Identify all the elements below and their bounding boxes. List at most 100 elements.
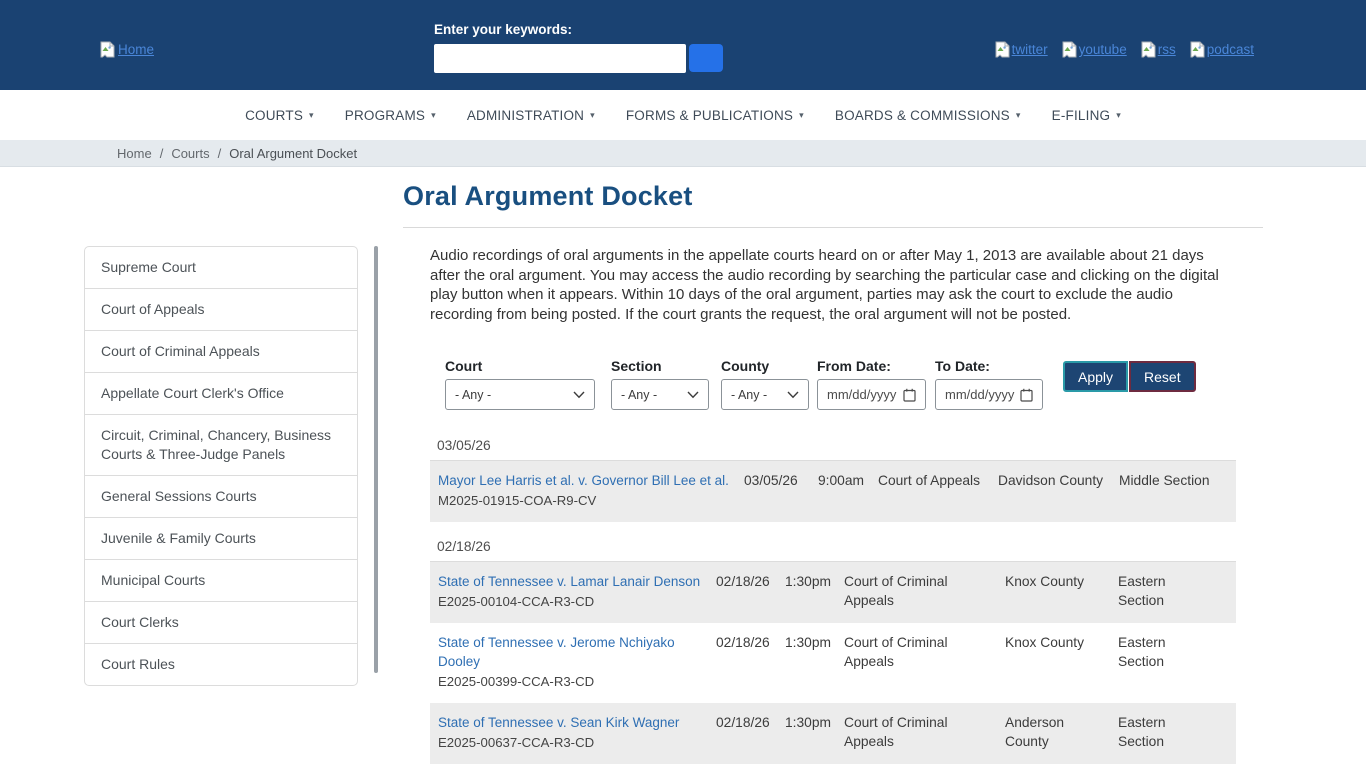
chevron-down-icon — [787, 391, 799, 399]
social-links: twitter youtube rss podcast — [995, 41, 1254, 58]
section-filter-label: Section — [611, 358, 721, 374]
search-button[interactable] — [689, 44, 723, 72]
sidebar-item-appellate-court-clerks-office[interactable]: Appellate Court Clerk's Office — [85, 373, 357, 415]
county-name: Anderson County — [1005, 713, 1118, 752]
nav-item-administration[interactable]: ADMINISTRATION▾ — [467, 108, 595, 123]
court-select[interactable]: - Any - — [445, 379, 595, 410]
sidebar-item-circuit-criminal-chancery[interactable]: Circuit, Criminal, Chancery, Business Co… — [85, 415, 357, 476]
courts-sidebar: Supreme Court Court of Appeals Court of … — [84, 246, 358, 686]
sidebar-item-court-clerks[interactable]: Court Clerks — [85, 602, 357, 644]
home-link-label: Home — [118, 42, 154, 57]
docket-group: 02/18/26 State of Tennessee v. Lamar Lan… — [430, 539, 1236, 768]
hearing-time: 9:00am — [818, 471, 878, 510]
hearing-date: 02/18/26 — [716, 572, 785, 611]
home-link[interactable]: Home — [100, 41, 154, 58]
social-link-twitter[interactable]: twitter — [995, 41, 1048, 58]
county-name: Knox County — [1005, 572, 1118, 611]
calendar-icon — [903, 388, 916, 402]
breadcrumb-link-courts[interactable]: Courts — [171, 146, 209, 161]
search-label: Enter your keywords: — [434, 22, 723, 37]
court-name: Court of Criminal Appeals — [844, 572, 1005, 611]
county-filter: County - Any - — [721, 358, 817, 410]
hearing-date: 03/05/26 — [744, 471, 818, 510]
hearing-time: 1:30pm — [785, 633, 844, 691]
content-area: Supreme Court Court of Appeals Court of … — [0, 167, 1366, 768]
nav-item-e-filing[interactable]: E-FILING▾ — [1052, 108, 1121, 123]
nav-item-boards-commissions[interactable]: BOARDS & COMMISSIONS▾ — [835, 108, 1021, 123]
calendar-icon — [1020, 388, 1033, 402]
to-date-label: To Date: — [935, 358, 1053, 374]
page-title: Oral Argument Docket — [403, 181, 1263, 212]
docket-row: State of Tennessee v. Lamar Lanair Denso… — [430, 562, 1236, 623]
chevron-down-icon: ▾ — [1116, 110, 1121, 121]
site-header: Home Enter your keywords: twitter youtub… — [0, 0, 1366, 90]
section-name: Eastern Section — [1118, 572, 1198, 611]
court-filter-label: Court — [445, 358, 611, 374]
case-link[interactable]: State of Tennessee v. Lamar Lanair Denso… — [438, 572, 700, 591]
search-area: Enter your keywords: — [434, 22, 723, 73]
case-link[interactable]: Mayor Lee Harris et al. v. Governor Bill… — [438, 471, 729, 490]
social-link-label: youtube — [1079, 42, 1127, 57]
case-link[interactable]: State of Tennessee v. Sean Kirk Wagner — [438, 713, 679, 732]
social-link-podcast[interactable]: podcast — [1190, 41, 1254, 58]
search-input[interactable] — [434, 44, 686, 73]
docket-row: State of Tennessee v. Jerome Nchiyako Do… — [430, 623, 1236, 703]
court-filter: Court - Any - — [445, 358, 611, 410]
nav-item-programs[interactable]: PROGRAMS▾ — [345, 108, 436, 123]
case-link[interactable]: State of Tennessee v. Jerome Nchiyako Do… — [438, 633, 710, 671]
from-date-input[interactable]: mm/dd/yyyy — [817, 379, 926, 410]
social-link-rss[interactable]: rss — [1141, 41, 1176, 58]
sidebar-item-court-of-criminal-appeals[interactable]: Court of Criminal Appeals — [85, 331, 357, 373]
broken-image-icon — [1141, 41, 1156, 58]
chevron-down-icon: ▾ — [1016, 110, 1021, 121]
breadcrumb: Home / Courts / Oral Argument Docket — [0, 140, 1366, 167]
county-select[interactable]: - Any - — [721, 379, 809, 410]
sidebar-scrollbar[interactable] — [374, 246, 378, 673]
county-filter-label: County — [721, 358, 817, 374]
case-number: E2025-00637-CCA-R3-CD — [438, 733, 710, 752]
main-nav: COURTS▾ PROGRAMS▾ ADMINISTRATION▾ FORMS … — [0, 90, 1366, 140]
sidebar-item-municipal-courts[interactable]: Municipal Courts — [85, 560, 357, 602]
filter-bar: Court - Any - Section - Any - — [445, 358, 1236, 410]
court-name: Court of Appeals — [878, 471, 998, 510]
court-name: Court of Criminal Appeals — [844, 633, 1005, 691]
chevron-down-icon: ▾ — [590, 110, 595, 121]
nav-item-forms-publications[interactable]: FORMS & PUBLICATIONS▾ — [626, 108, 804, 123]
social-link-label: rss — [1158, 42, 1176, 57]
sidebar-item-juvenile-family-courts[interactable]: Juvenile & Family Courts — [85, 518, 357, 560]
case-number: M2025-01915-COA-R9-CV — [438, 491, 738, 510]
reset-button[interactable]: Reset — [1129, 361, 1196, 392]
docket-row: Mayor Lee Harris et al. v. Governor Bill… — [430, 461, 1236, 522]
section-select[interactable]: - Any - — [611, 379, 709, 410]
court-name: Court of Criminal Appeals — [844, 713, 1005, 752]
hearing-date: 02/18/26 — [716, 633, 785, 691]
breadcrumb-separator: / — [218, 146, 222, 161]
docket-row: State of Tennessee v. Demetruice Bennett… — [430, 764, 1236, 768]
main-content: Oral Argument Docket Audio recordings of… — [403, 181, 1263, 768]
docket-group: 03/05/26 Mayor Lee Harris et al. v. Gove… — [430, 438, 1236, 522]
sidebar-item-general-sessions-courts[interactable]: General Sessions Courts — [85, 476, 357, 518]
social-link-label: twitter — [1012, 42, 1048, 57]
nav-item-courts[interactable]: COURTS▾ — [245, 108, 314, 123]
county-name: Davidson County — [998, 471, 1119, 510]
social-link-youtube[interactable]: youtube — [1062, 41, 1127, 58]
chevron-down-icon: ▾ — [431, 110, 436, 121]
sidebar-item-supreme-court[interactable]: Supreme Court — [85, 247, 357, 289]
to-date-input[interactable]: mm/dd/yyyy — [935, 379, 1043, 410]
social-link-label: podcast — [1207, 42, 1254, 57]
chevron-down-icon — [687, 391, 699, 399]
case-number: E2025-00399-CCA-R3-CD — [438, 672, 710, 691]
sidebar-item-court-rules[interactable]: Court Rules — [85, 644, 357, 685]
section-name: Middle Section — [1119, 471, 1228, 510]
case-number: E2025-00104-CCA-R3-CD — [438, 592, 710, 611]
intro-text: Audio recordings of oral arguments in th… — [430, 246, 1220, 324]
apply-button[interactable]: Apply — [1063, 361, 1128, 392]
docket-group-date: 02/18/26 — [430, 539, 1236, 562]
from-date-label: From Date: — [817, 358, 935, 374]
broken-image-icon — [1190, 41, 1205, 58]
sidebar-item-court-of-appeals[interactable]: Court of Appeals — [85, 289, 357, 331]
breadcrumb-link-home[interactable]: Home — [117, 146, 152, 161]
hearing-time: 1:30pm — [785, 713, 844, 752]
page: Home Enter your keywords: twitter youtub… — [0, 0, 1366, 768]
hearing-time: 1:30pm — [785, 572, 844, 611]
